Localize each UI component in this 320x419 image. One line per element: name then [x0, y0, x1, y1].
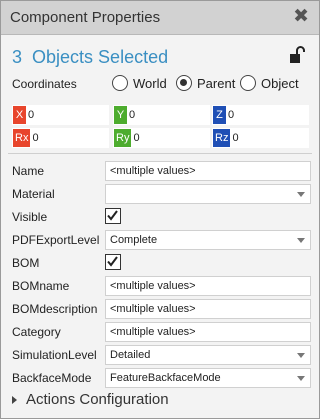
position-x-field[interactable]: X 0: [12, 105, 109, 125]
chevron-down-icon: [297, 192, 305, 197]
y-tag: Y: [114, 106, 127, 124]
actions-configuration-expander[interactable]: Actions Configuration: [12, 391, 169, 408]
backface-mode-dropdown[interactable]: FeatureBackfaceMode: [105, 368, 311, 388]
z-value: 0: [228, 109, 235, 121]
category-input[interactable]: <multiple values>: [105, 322, 311, 342]
selection-count: 3: [12, 47, 23, 67]
chevron-down-icon: [297, 353, 305, 358]
radio-parent[interactable]: Parent: [176, 73, 235, 93]
simulation-level-dropdown[interactable]: Detailed: [105, 345, 311, 365]
rz-tag: Rz: [213, 129, 231, 147]
category-label: Category: [12, 325, 61, 339]
bom-name-value: <multiple values>: [110, 280, 196, 292]
bom-description-value: <multiple values>: [110, 303, 196, 315]
chevron-down-icon: [297, 238, 305, 243]
selection-text: Objects Selected: [32, 47, 169, 67]
pdf-export-level-value: Complete: [110, 234, 158, 246]
bom-name-input[interactable]: <multiple values>: [105, 276, 311, 296]
pdf-export-level-dropdown[interactable]: Complete: [105, 230, 311, 250]
checkmark-icon: [107, 210, 118, 221]
visible-checkbox[interactable]: [105, 208, 121, 224]
visible-label: Visible: [12, 210, 48, 224]
ry-value: 0: [133, 132, 140, 144]
actions-configuration-label: Actions Configuration: [26, 391, 169, 408]
radio-object[interactable]: Object: [240, 73, 299, 93]
radio-circle: [240, 75, 256, 91]
y-value: 0: [129, 109, 136, 121]
ry-tag: Ry: [114, 129, 132, 147]
rotation-z-field[interactable]: Rz 0: [212, 128, 309, 148]
selection-heading: 3 Objects Selected: [12, 47, 168, 68]
window-title: Component Properties: [10, 9, 161, 26]
radio-circle: [112, 75, 128, 91]
expand-arrow-icon: [12, 395, 17, 404]
bom-description-label: BOMdescription: [12, 302, 98, 316]
radio-world[interactable]: World: [112, 73, 167, 93]
rx-tag: Rx: [13, 129, 31, 147]
simulation-level-label: SimulationLevel: [12, 348, 97, 362]
radio-label-object: Object: [261, 75, 299, 91]
chevron-down-icon: [297, 376, 305, 381]
bom-label: BOM: [12, 256, 40, 270]
pdf-export-level-label: PDFExportLevel: [12, 233, 100, 247]
divider: [8, 153, 312, 154]
position-y-field[interactable]: Y 0: [113, 105, 210, 125]
z-tag: Z: [213, 106, 226, 124]
component-properties-panel: Component Properties ✖ 3 Objects Selecte…: [0, 0, 320, 419]
simulation-level-value: Detailed: [110, 349, 151, 361]
rz-value: 0: [232, 132, 239, 144]
material-label: Material: [12, 187, 55, 201]
x-value: 0: [28, 109, 35, 121]
bom-name-label: BOMname: [12, 279, 70, 293]
material-dropdown[interactable]: [105, 184, 311, 204]
rx-value: 0: [32, 132, 39, 144]
category-value: <multiple values>: [110, 326, 196, 338]
rotation-y-field[interactable]: Ry 0: [113, 128, 210, 148]
radio-circle-selected: [176, 75, 192, 91]
rotation-x-field[interactable]: Rx 0: [12, 128, 109, 148]
title-bar: Component Properties ✖: [1, 1, 319, 35]
name-input[interactable]: <multiple values>: [105, 161, 311, 181]
bom-description-input[interactable]: <multiple values>: [105, 299, 311, 319]
unlock-icon[interactable]: [289, 46, 305, 64]
radio-label-world: World: [133, 75, 167, 91]
checkmark-icon: [107, 256, 118, 267]
backface-mode-label: BackfaceMode: [12, 371, 92, 385]
bom-checkbox[interactable]: [105, 254, 121, 270]
position-z-field[interactable]: Z 0: [212, 105, 309, 125]
radio-label-parent: Parent: [197, 75, 236, 91]
coordinates-label: Coordinates: [12, 77, 77, 91]
backface-mode-value: FeatureBackfaceMode: [110, 372, 221, 384]
close-icon[interactable]: ✖: [293, 6, 309, 28]
name-label: Name: [12, 164, 45, 178]
x-tag: X: [13, 106, 26, 124]
name-value: <multiple values>: [110, 165, 196, 177]
